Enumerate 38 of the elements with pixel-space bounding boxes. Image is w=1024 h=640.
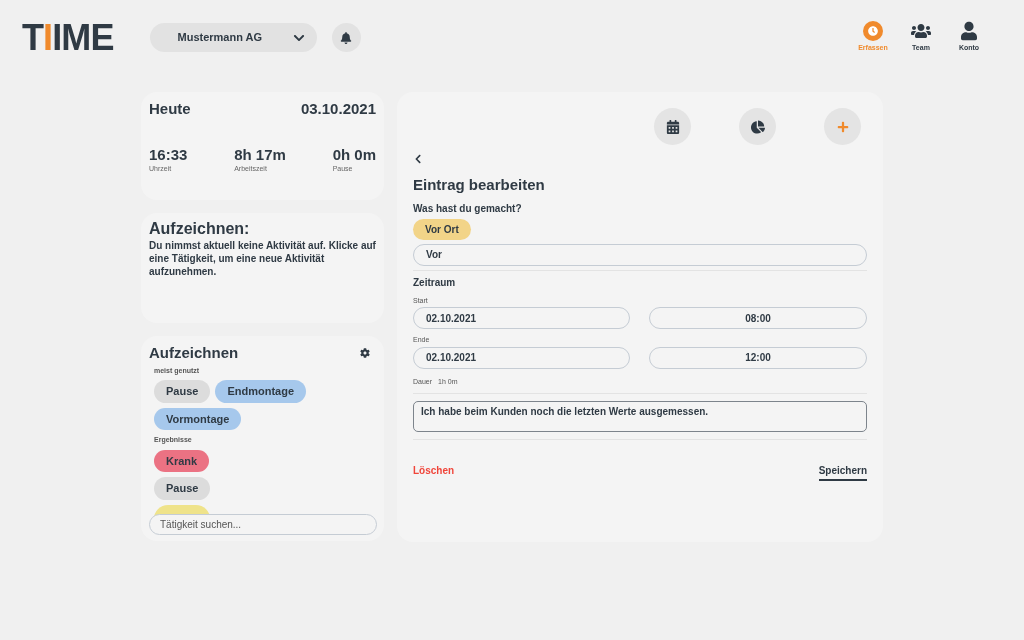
period-label: Zeitraum [413, 275, 457, 290]
form-title: Eintrag bearbeiten [413, 175, 546, 195]
stat-value: 8h 17m [234, 145, 286, 165]
settings-icon[interactable] [360, 348, 370, 359]
card-title: Aufzeichnen: [149, 219, 251, 239]
date-field[interactable]: 02.10.2021 [413, 307, 630, 329]
time-field[interactable]: 08:00 [649, 307, 867, 329]
toolbar-button[interactable] [654, 108, 691, 145]
activity-chip[interactable]: Endmontage [215, 380, 307, 403]
card-title: Aufzeichnen [149, 343, 239, 363]
activity-chip[interactable]: Vormontage [154, 407, 242, 430]
date-text: 03.10.2021 [300, 99, 376, 119]
activity-chip[interactable]: Pause [154, 477, 211, 500]
search-field[interactable]: Tätigkeit suchen... [149, 514, 377, 535]
stat-value: 0h 0m [332, 145, 376, 165]
save-button[interactable]: Speichern [818, 463, 867, 481]
pie-chart-icon [750, 119, 765, 134]
time-field[interactable]: 12:00 [649, 346, 867, 369]
user-icon [961, 21, 977, 42]
date-field[interactable]: 02.10.2021 [413, 346, 630, 369]
note-field[interactable]: Ich habe beim Kunden noch die letzten Werte ausgemessen. [413, 401, 867, 432]
logo: TIIME [22, 19, 114, 56]
back-icon[interactable] [413, 154, 423, 164]
stat-value: 16:33 [149, 145, 188, 165]
activity-chip[interactable]: Pause [154, 380, 211, 403]
question-label: Was hast du gemacht? [413, 201, 523, 216]
toolbar-button[interactable] [739, 108, 776, 145]
clock-icon [863, 21, 883, 42]
bell-icon [340, 31, 352, 44]
plus-icon [836, 120, 849, 133]
recording-text: Du nimmst aktuell keine Aktivität auf. Klicke auf eine Tätigkeit, um eine neue Aktivität aufzunehmen. [149, 239, 376, 278]
selected-activity-chip[interactable]: Vor Ort [413, 218, 471, 240]
notifications-button[interactable] [331, 23, 361, 52]
company-select[interactable]: Mustermann AG [149, 23, 317, 52]
activity-chip[interactable]: Krank [154, 449, 210, 472]
card-title: Heute [149, 99, 191, 119]
calendar-icon [665, 119, 680, 134]
activity-field[interactable]: Vor [413, 243, 867, 266]
